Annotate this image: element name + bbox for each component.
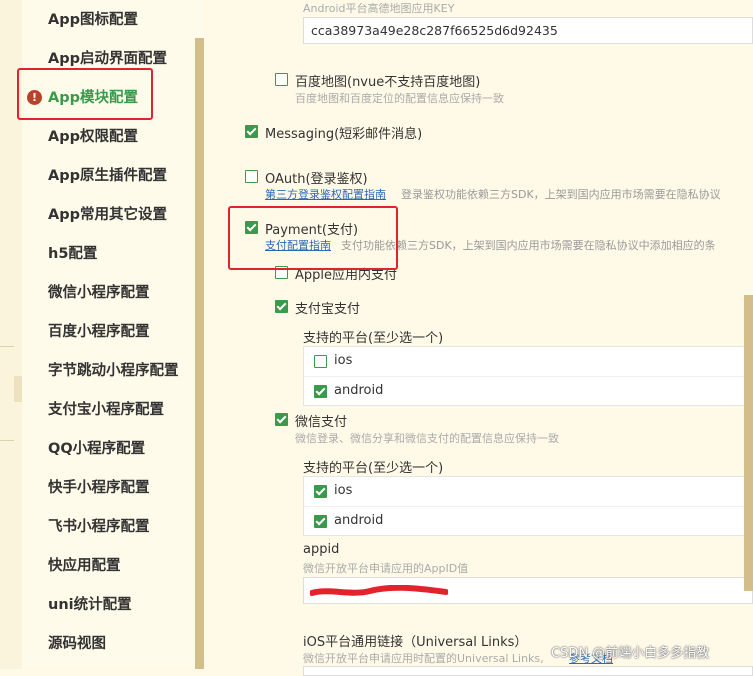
alipay-ios-label: ios xyxy=(334,353,353,368)
alipay-platform-ios[interactable]: ios xyxy=(304,347,753,376)
android-key-hint: Android平台高德地图应用KEY xyxy=(303,2,455,15)
wxpay-platform-android[interactable]: android xyxy=(304,507,753,536)
watermark-text: CSDN @前端小白多多指教 xyxy=(551,646,710,661)
universal-links-hint: 微信开放平台申请应用时配置的Universal Links, xyxy=(303,652,544,665)
baidu-map-checkbox[interactable] xyxy=(275,73,288,86)
alipay-platform-android[interactable]: android xyxy=(304,377,753,406)
wxpay-android-checkbox[interactable] xyxy=(314,515,327,528)
oauth-hint: 登录鉴权功能依赖三方SDK，上架到国内应用市场需要在隐私协议 xyxy=(401,188,721,201)
baidu-map-label: 百度地图(nvue不支持百度地图) xyxy=(295,75,481,90)
wxpay-ios-checkbox[interactable] xyxy=(314,485,327,498)
appid-label: appid xyxy=(303,542,340,557)
universal-links-label: iOS平台通用链接（Universal Links） xyxy=(303,635,528,650)
main-scrollbar[interactable] xyxy=(744,295,753,591)
messaging-label: Messaging(短彩邮件消息) xyxy=(265,127,423,142)
alipay-android-label: android xyxy=(334,383,384,398)
oauth-checkbox[interactable] xyxy=(245,170,258,183)
wxpay-platforms-label: 支持的平台(至少选一个) xyxy=(303,461,444,476)
highlight-box-payment xyxy=(228,206,398,270)
wxpay-checkbox[interactable] xyxy=(275,413,288,426)
highlight-box-app-modules xyxy=(17,68,153,120)
oauth-label: OAuth(登录鉴权) xyxy=(265,172,368,187)
baidu-map-hint: 百度地图和百度定位的配置信息应保持一致 xyxy=(295,92,504,105)
wxpay-platform-ios[interactable]: ios xyxy=(304,477,753,506)
alipay-label: 支付宝支付 xyxy=(295,302,361,317)
wxpay-platforms-box: ios android xyxy=(303,476,753,536)
alipay-checkbox[interactable] xyxy=(275,300,288,313)
android-amap-key-input[interactable]: cca38973a49e28c287f66525d6d92435 xyxy=(303,17,753,44)
universal-links-input[interactable] xyxy=(303,666,753,676)
wxpay-android-label: android xyxy=(334,513,384,528)
wxpay-ios-label: ios xyxy=(334,483,353,498)
appid-hint: 微信开放平台申请应用的AppID值 xyxy=(303,562,469,575)
redaction-scribble xyxy=(310,585,448,596)
alipay-android-checkbox[interactable] xyxy=(314,385,327,398)
oauth-guide-link[interactable]: 第三方登录鉴权配置指南 xyxy=(265,186,386,202)
wxpay-hint: 微信登录、微信分享和微信支付的配置信息应保持一致 xyxy=(295,432,559,445)
alipay-platforms-box: ios android xyxy=(303,346,753,406)
messaging-checkbox[interactable] xyxy=(245,125,258,138)
alipay-ios-checkbox[interactable] xyxy=(314,355,327,368)
alipay-platforms-label: 支持的平台(至少选一个) xyxy=(303,331,444,346)
wxpay-label: 微信支付 xyxy=(295,415,348,430)
